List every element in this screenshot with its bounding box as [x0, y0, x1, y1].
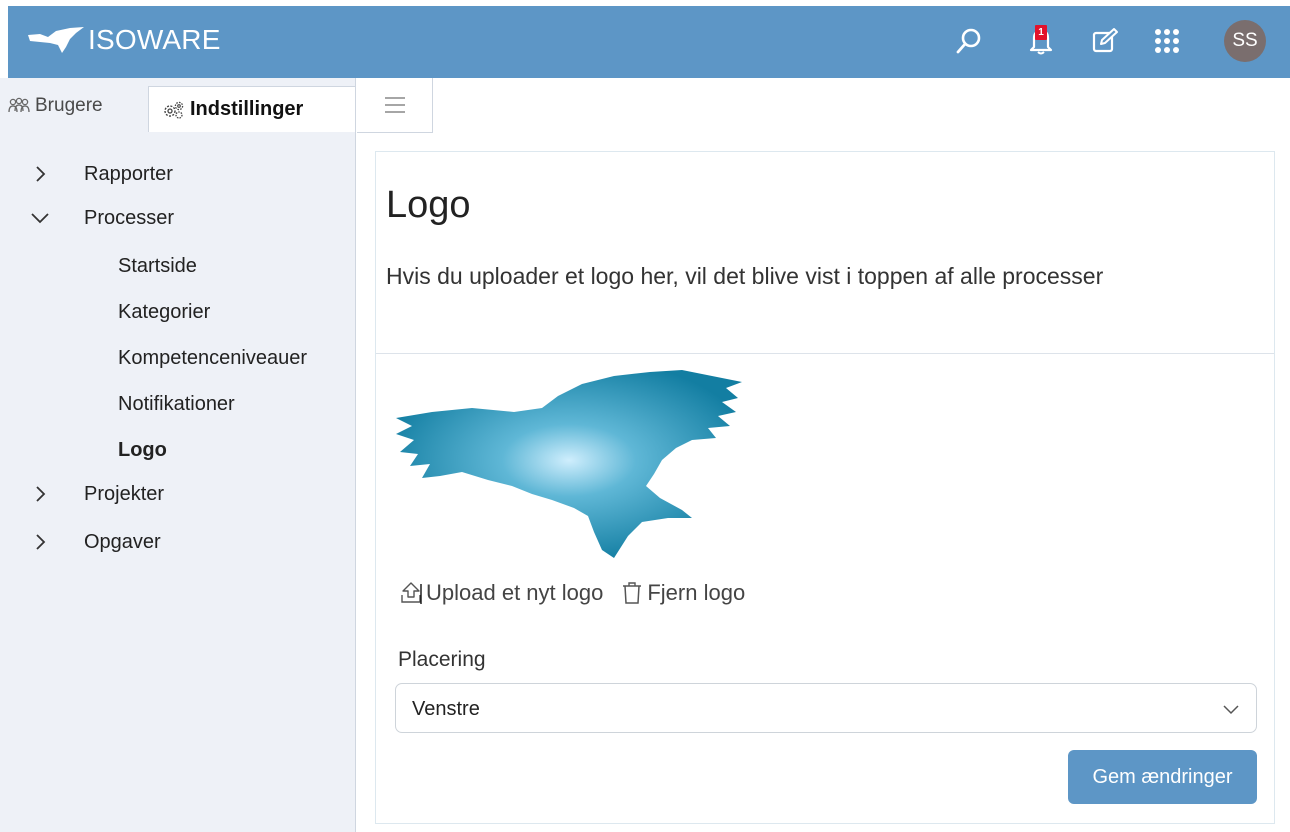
menu-toggle-button[interactable] — [357, 78, 433, 133]
brand-logo[interactable]: ISOWARE — [26, 24, 221, 56]
logo-settings-card: Logo Hvis du uploader et logo her, vil d… — [375, 151, 1275, 824]
logo-preview-image — [396, 370, 742, 558]
edit-icon[interactable] — [1088, 24, 1122, 58]
sidebar: Brugere Indstillinger Rapporter Processe… — [0, 78, 356, 832]
tree-label: Rapporter — [84, 162, 173, 185]
placement-label: Placering — [398, 648, 486, 671]
bird-logo-icon — [28, 27, 84, 53]
tab-indstillinger-label: Indstillinger — [190, 98, 304, 120]
chevron-right-icon — [36, 534, 46, 550]
tree-label: Logo — [118, 438, 167, 461]
page-title: Logo — [386, 184, 471, 226]
chevron-right-icon — [36, 166, 46, 182]
tree-label: Kompetenceniveauer — [118, 346, 308, 369]
notification-badge: 1 — [1035, 25, 1047, 40]
page-description: Hvis du uploader et logo her, vil det bl… — [386, 263, 1104, 289]
settings-icon — [164, 101, 184, 119]
bell-icon[interactable]: 1 — [1024, 24, 1058, 58]
save-changes-button[interactable]: Gem ændringer — [1068, 750, 1257, 804]
tree-label: Startside — [118, 254, 197, 277]
remove-logo-button[interactable]: Fjern logo — [621, 580, 745, 606]
tab-brugere[interactable]: Brugere — [8, 86, 103, 126]
upload-logo-label: Upload et nyt logo — [426, 580, 604, 605]
tree-label: Projekter — [84, 482, 165, 505]
users-icon — [8, 97, 30, 113]
upload-icon — [401, 582, 422, 604]
tree-label: Notifikationer — [118, 392, 235, 415]
card-header: Logo Hvis du uploader et logo her, vil d… — [376, 152, 1274, 354]
tab-brugere-label: Brugere — [35, 95, 103, 116]
chevron-right-icon — [36, 486, 46, 502]
placement-value: Venstre — [412, 698, 480, 720]
tab-indstillinger[interactable]: Indstillinger — [148, 86, 356, 132]
sidebar-tabs: Brugere Indstillinger — [0, 78, 356, 132]
chevron-down-icon — [1223, 705, 1239, 715]
top-bar: ISOWARE 1 SS — [8, 6, 1290, 78]
apps-grid-icon[interactable] — [1150, 24, 1184, 58]
remove-logo-label: Fjern logo — [647, 580, 746, 605]
hamburger-icon — [384, 97, 405, 113]
chevron-down-icon — [31, 213, 49, 224]
tree-label: Opgaver — [84, 530, 161, 553]
brand-name: ISOWARE — [88, 24, 221, 55]
search-icon[interactable] — [952, 24, 986, 58]
tree-label: Kategorier — [118, 300, 211, 323]
tree-label: Processer — [84, 206, 175, 229]
upload-logo-button[interactable]: Upload et nyt logo — [400, 580, 603, 606]
logo-actions: Upload et nyt logo Fjern logo — [400, 580, 745, 606]
trash-icon — [623, 582, 642, 604]
placement-select[interactable]: Venstre — [395, 683, 1257, 733]
avatar[interactable]: SS — [1224, 20, 1266, 62]
